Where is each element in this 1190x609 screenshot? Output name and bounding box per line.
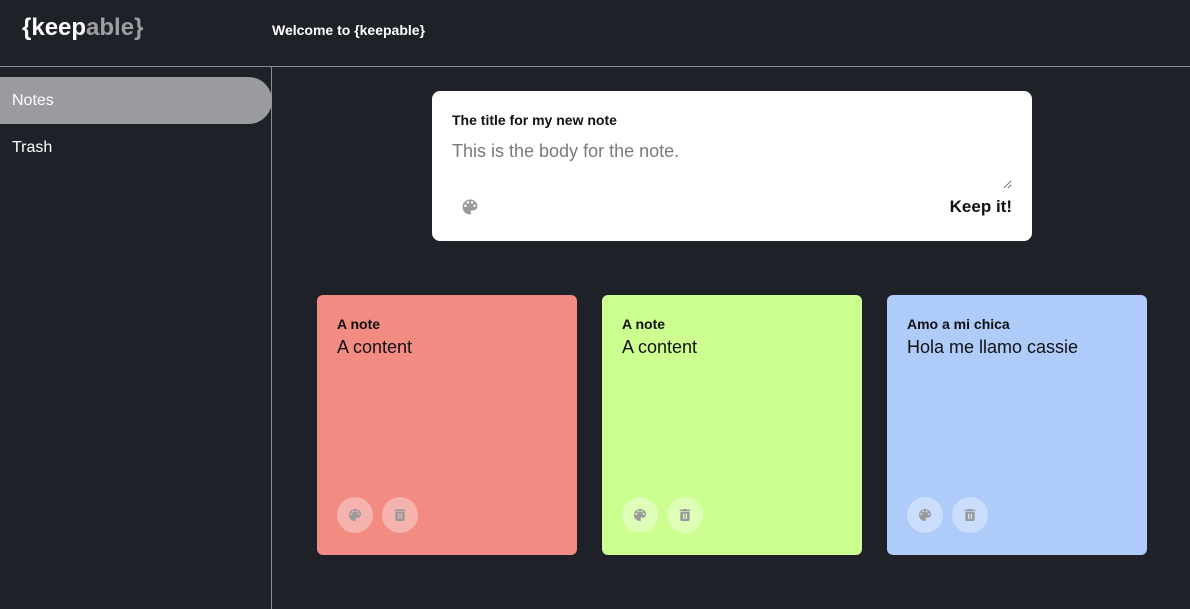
palette-button[interactable] bbox=[337, 497, 373, 533]
note-card: Amo a mi chica Hola me llamo cassie bbox=[887, 295, 1147, 555]
note-card: A note A content bbox=[602, 295, 862, 555]
note-title: A note bbox=[622, 316, 666, 332]
delete-button[interactable] bbox=[952, 497, 988, 533]
palette-icon[interactable] bbox=[460, 197, 480, 217]
note-title: A note bbox=[337, 316, 381, 332]
note-title: Amo a mi chica bbox=[907, 316, 1010, 332]
sidebar-item-label: Trash bbox=[12, 139, 53, 156]
note-content: A content bbox=[622, 337, 698, 357]
note-title-input[interactable] bbox=[452, 112, 1012, 128]
note-content: Hola me llamo cassie bbox=[907, 337, 1079, 357]
keep-it-button[interactable]: Keep it! bbox=[950, 197, 1012, 217]
sidebar: Notes Trash bbox=[0, 67, 272, 609]
trash-icon bbox=[679, 509, 691, 521]
logo-suffix: able} bbox=[86, 14, 144, 41]
palette-icon bbox=[634, 509, 646, 521]
note-card: A note A content bbox=[317, 295, 577, 555]
delete-button[interactable] bbox=[667, 497, 703, 533]
trash-icon bbox=[394, 509, 406, 521]
note-content: A content bbox=[337, 337, 413, 357]
app-logo[interactable]: {keepable} bbox=[22, 14, 143, 42]
delete-button[interactable] bbox=[382, 497, 418, 533]
note-body-input[interactable] bbox=[452, 141, 1012, 189]
sidebar-item-trash[interactable]: Trash bbox=[0, 124, 272, 171]
trash-icon bbox=[964, 509, 976, 521]
palette-button[interactable] bbox=[622, 497, 658, 533]
app-header: {keepable} Welcome to {keepable} bbox=[0, 0, 1190, 67]
note-composer: Keep it! bbox=[432, 91, 1032, 241]
logo-prefix: {keep bbox=[22, 14, 87, 41]
palette-icon bbox=[349, 509, 361, 521]
sidebar-item-notes[interactable]: Notes bbox=[0, 77, 272, 124]
palette-icon bbox=[919, 509, 931, 521]
sidebar-item-label: Notes bbox=[12, 92, 54, 109]
welcome-text: Welcome to {keepable} bbox=[272, 22, 426, 38]
palette-button[interactable] bbox=[907, 497, 943, 533]
